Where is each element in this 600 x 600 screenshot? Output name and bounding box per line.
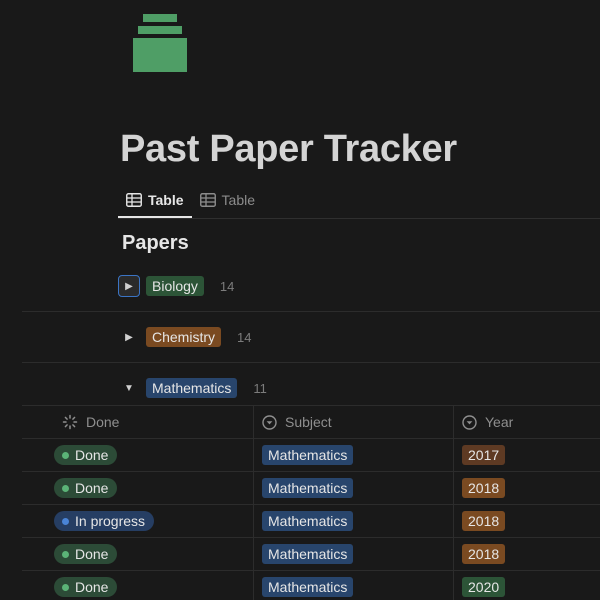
column-label: Subject: [285, 414, 332, 430]
group-divider: [22, 311, 600, 312]
column-header-done[interactable]: Done: [62, 410, 119, 434]
table-icon: [126, 193, 142, 207]
row-divider: [22, 471, 600, 472]
year-tag[interactable]: 2017: [462, 445, 506, 465]
tab-table-1[interactable]: Table: [118, 186, 192, 214]
group-tag: Chemistry: [146, 327, 222, 347]
tab-label: Table: [221, 192, 255, 208]
select-icon: [462, 414, 477, 430]
group-mathematics[interactable]: ▼ Mathematics 11: [118, 375, 267, 401]
group-divider: [22, 362, 600, 363]
page-title[interactable]: Past Paper Tracker: [120, 128, 457, 171]
status-badge[interactable]: Done: [54, 577, 118, 597]
table-top-border: [22, 405, 600, 406]
tab-divider: [118, 218, 600, 219]
column-header-year[interactable]: Year: [462, 410, 513, 434]
group-chemistry[interactable]: ▶ Chemistry 14: [118, 324, 251, 350]
collapse-toggle-icon[interactable]: ▼: [118, 377, 140, 399]
group-count: 14: [219, 278, 235, 294]
status-label: Done: [75, 546, 109, 562]
subject-tag[interactable]: Mathematics: [262, 544, 354, 564]
column-label: Year: [485, 414, 514, 430]
year-tag[interactable]: 2020: [462, 577, 506, 597]
year-tag[interactable]: 2018: [462, 478, 506, 498]
expand-toggle-icon[interactable]: ▶: [118, 326, 140, 348]
status-label: Done: [75, 579, 109, 595]
view-tabs: Table Table: [118, 186, 263, 218]
database-title[interactable]: Papers: [122, 232, 189, 255]
status-badge[interactable]: Done: [54, 445, 118, 465]
column-header-subject[interactable]: Subject: [262, 410, 332, 434]
status-badge[interactable]: Done: [54, 544, 118, 564]
status-dot: [62, 484, 69, 492]
group-count: 14: [237, 329, 252, 345]
table-icon: [199, 193, 216, 207]
group-tag: Biology: [146, 276, 204, 296]
expand-toggle-icon[interactable]: ▶: [118, 275, 140, 297]
subject-tag[interactable]: Mathematics: [262, 445, 354, 465]
column-label: Done: [86, 414, 120, 430]
group-count: 11: [253, 380, 267, 396]
group-biology[interactable]: ▶ Biology 14: [118, 273, 234, 299]
year-tag[interactable]: 2018: [462, 511, 506, 531]
book-stack-icon[interactable]: [133, 14, 187, 72]
status-dot: [62, 550, 69, 558]
tab-table-2[interactable]: Table: [192, 186, 263, 214]
status-icon: [62, 414, 78, 430]
header-bottom-border: [22, 438, 600, 439]
year-tag[interactable]: 2018: [462, 544, 506, 564]
row-divider: [22, 537, 600, 538]
status-label: In progress: [75, 513, 146, 529]
status-badge[interactable]: Done: [54, 478, 118, 498]
group-tag: Mathematics: [146, 378, 238, 398]
select-icon: [262, 414, 277, 430]
subject-tag[interactable]: Mathematics: [262, 511, 354, 531]
status-dot: [62, 517, 69, 525]
subject-tag[interactable]: Mathematics: [262, 478, 354, 498]
subject-tag[interactable]: Mathematics: [262, 577, 354, 597]
status-label: Done: [75, 480, 109, 496]
status-badge[interactable]: In progress: [54, 511, 155, 531]
row-divider: [22, 504, 600, 505]
status-label: Done: [75, 447, 109, 463]
tab-label: Table: [148, 192, 184, 208]
status-dot: [62, 583, 69, 591]
row-divider: [22, 570, 600, 571]
status-dot: [62, 451, 69, 459]
